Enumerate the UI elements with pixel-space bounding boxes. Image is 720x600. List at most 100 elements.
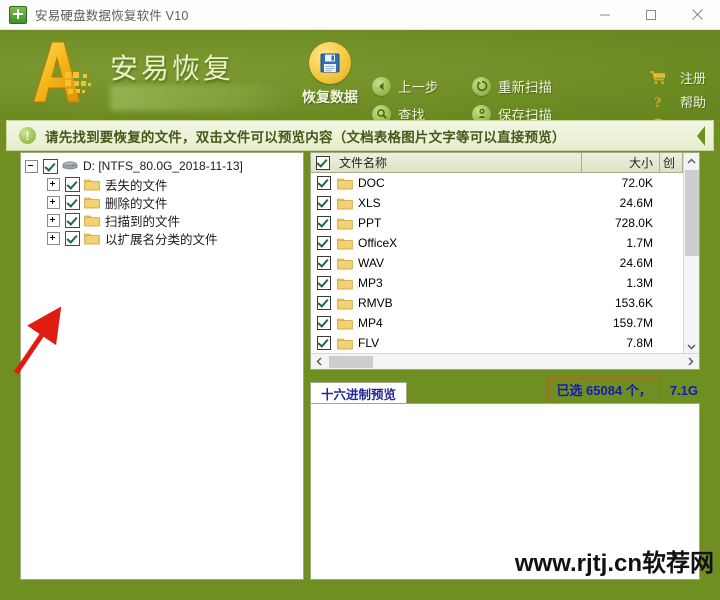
back-arrow-icon (372, 76, 391, 96)
tree-checkbox-by-extension[interactable] (65, 230, 80, 246)
table-row[interactable]: PPT 728.0K (311, 213, 699, 233)
tree-checkbox-lost-files[interactable] (65, 176, 80, 192)
file-size-cell: 24.6M (619, 256, 653, 270)
table-row[interactable]: RMVB 153.6K (311, 293, 699, 313)
tab-hex-preview[interactable]: 十六进制预览 (310, 382, 408, 403)
tree-expander-minus-icon[interactable] (25, 159, 38, 173)
table-row[interactable]: OfficeX 1.7M (311, 233, 699, 253)
chevron-left-icon (693, 122, 709, 149)
close-button[interactable] (674, 0, 720, 29)
tree-expander-plus-icon[interactable] (47, 177, 60, 191)
menu-item-register[interactable]: 注册 (649, 68, 706, 87)
row-checkbox[interactable] (317, 276, 331, 290)
menu-item-help-label: 帮助 (679, 95, 706, 110)
table-row[interactable]: MP3 1.3M (311, 273, 699, 293)
tree-node-lost-files[interactable]: 丢失的文件 (25, 175, 303, 193)
toolbar-item-save-scan-label: 保存扫描 (498, 108, 552, 120)
folder-icon (84, 179, 100, 190)
table-row[interactable]: DOC 72.0K (311, 173, 699, 193)
file-name-cell: DOC (311, 176, 582, 190)
toolbar-item-rescan-label: 重新扫描 (498, 80, 552, 95)
row-checkbox[interactable] (317, 296, 331, 310)
file-name-text: WAV (358, 256, 384, 270)
scroll-thumb-horizontal[interactable] (329, 356, 373, 368)
column-header-name-label: 文件名称 (339, 156, 388, 170)
tree-checkbox-root[interactable] (43, 158, 58, 174)
close-icon (691, 9, 703, 20)
folder-icon (337, 198, 353, 209)
maximize-icon (646, 9, 656, 20)
tree-node-deleted-files-label: 删除的文件 (105, 196, 168, 211)
minimize-icon (600, 14, 610, 15)
table-row[interactable]: XLS 24.6M (311, 193, 699, 213)
tree-expander-plus-icon[interactable] (47, 231, 60, 245)
table-row[interactable]: FLV 7.8M (311, 333, 699, 353)
tree-checkbox-deleted-files[interactable] (65, 194, 80, 210)
scroll-up-button[interactable] (684, 153, 699, 169)
shopping-cart-icon (649, 69, 668, 86)
table-row[interactable]: MP4 159.7M (311, 313, 699, 333)
column-header-size-label: 大小 (628, 156, 653, 170)
tree-node-scanned-files-label: 扫描到的文件 (105, 214, 181, 229)
file-name-text: XLS (358, 196, 381, 210)
header-toolbar: 上一步 重新扫描 查找 保存扫描 (372, 72, 592, 120)
toolbar-item-back[interactable]: 上一步 (372, 76, 472, 96)
column-header-size[interactable]: 大小 (582, 153, 660, 172)
column-header-created[interactable]: 创 (660, 153, 683, 172)
folder-icon (84, 215, 100, 226)
scroll-right-button[interactable] (682, 357, 699, 366)
folder-icon (337, 338, 353, 349)
menu-item-register-label: 注册 (679, 71, 706, 86)
tree-node-deleted-files[interactable]: 删除的文件 (25, 193, 303, 211)
row-checkbox[interactable] (317, 216, 331, 230)
select-all-checkbox[interactable] (316, 156, 330, 170)
column-header-name[interactable]: 文件名称 (311, 153, 582, 172)
file-list-horizontal-scrollbar[interactable] (311, 353, 699, 369)
svg-text:?: ? (654, 95, 662, 110)
folder-icon (337, 298, 353, 309)
recover-data-label: 恢复数据 (302, 89, 358, 105)
file-size-cell: 1.3M (626, 276, 653, 290)
row-checkbox[interactable] (317, 236, 331, 250)
chevron-right-icon (688, 357, 694, 366)
scroll-thumb-vertical[interactable] (685, 170, 699, 256)
minimize-button[interactable] (582, 0, 628, 29)
tree-node-by-extension[interactable]: 以扩展名分类的文件 (25, 229, 303, 247)
directory-tree: D: [NTFS_80.0G_2018-11-13] 丢失的文件 删除的文件 扫… (21, 153, 303, 247)
row-checkbox[interactable] (317, 196, 331, 210)
scroll-left-button[interactable] (311, 357, 328, 366)
row-checkbox[interactable] (317, 256, 331, 270)
info-banner: ! 请先找到要恢复的文件，双击文件可以预览内容（文档表格图片文字等可以直接预览） (6, 120, 714, 151)
tree-node-lost-files-label: 丢失的文件 (105, 178, 168, 193)
directory-tree-panel: D: [NTFS_80.0G_2018-11-13] 丢失的文件 删除的文件 扫… (20, 152, 304, 580)
file-size-cell: 159.7M (612, 316, 653, 330)
menu-item-help[interactable]: ? 帮助 (649, 92, 706, 111)
file-name-cell: OfficeX (311, 236, 582, 250)
folder-icon (84, 197, 100, 208)
save-scan-icon (472, 104, 491, 120)
file-list-vertical-scrollbar[interactable] (683, 153, 699, 354)
folder-icon (337, 278, 353, 289)
tree-node-root[interactable]: D: [NTFS_80.0G_2018-11-13] (25, 157, 303, 175)
tree-checkbox-scanned-files[interactable] (65, 212, 80, 228)
chevron-down-icon (687, 344, 696, 349)
tree-expander-plus-icon[interactable] (47, 213, 60, 227)
toolbar-item-rescan[interactable]: 重新扫描 (472, 76, 592, 96)
toolbar-item-search[interactable]: 查找 (372, 104, 472, 120)
info-banner-text: 请先找到要恢复的文件，双击文件可以预览内容（文档表格图片文字等可以直接预览） (45, 129, 566, 145)
scroll-down-button[interactable] (684, 338, 699, 354)
recover-data-button[interactable]: 恢复数据 (296, 42, 364, 107)
chevron-up-icon (687, 158, 696, 163)
table-row[interactable]: WAV 24.6M (311, 253, 699, 273)
hard-drive-icon (62, 161, 78, 170)
tree-node-scanned-files[interactable]: 扫描到的文件 (25, 211, 303, 229)
row-checkbox[interactable] (317, 316, 331, 330)
row-checkbox[interactable] (317, 336, 331, 350)
file-name-cell: MP4 (311, 316, 582, 330)
row-checkbox[interactable] (317, 176, 331, 190)
folder-icon (337, 258, 353, 269)
toolbar-item-save-scan[interactable]: 保存扫描 (472, 104, 592, 120)
maximize-button[interactable] (628, 0, 674, 29)
window-titlebar: 安易硬盘数据恢复软件 V10 (0, 0, 720, 30)
tree-expander-plus-icon[interactable] (47, 195, 60, 209)
